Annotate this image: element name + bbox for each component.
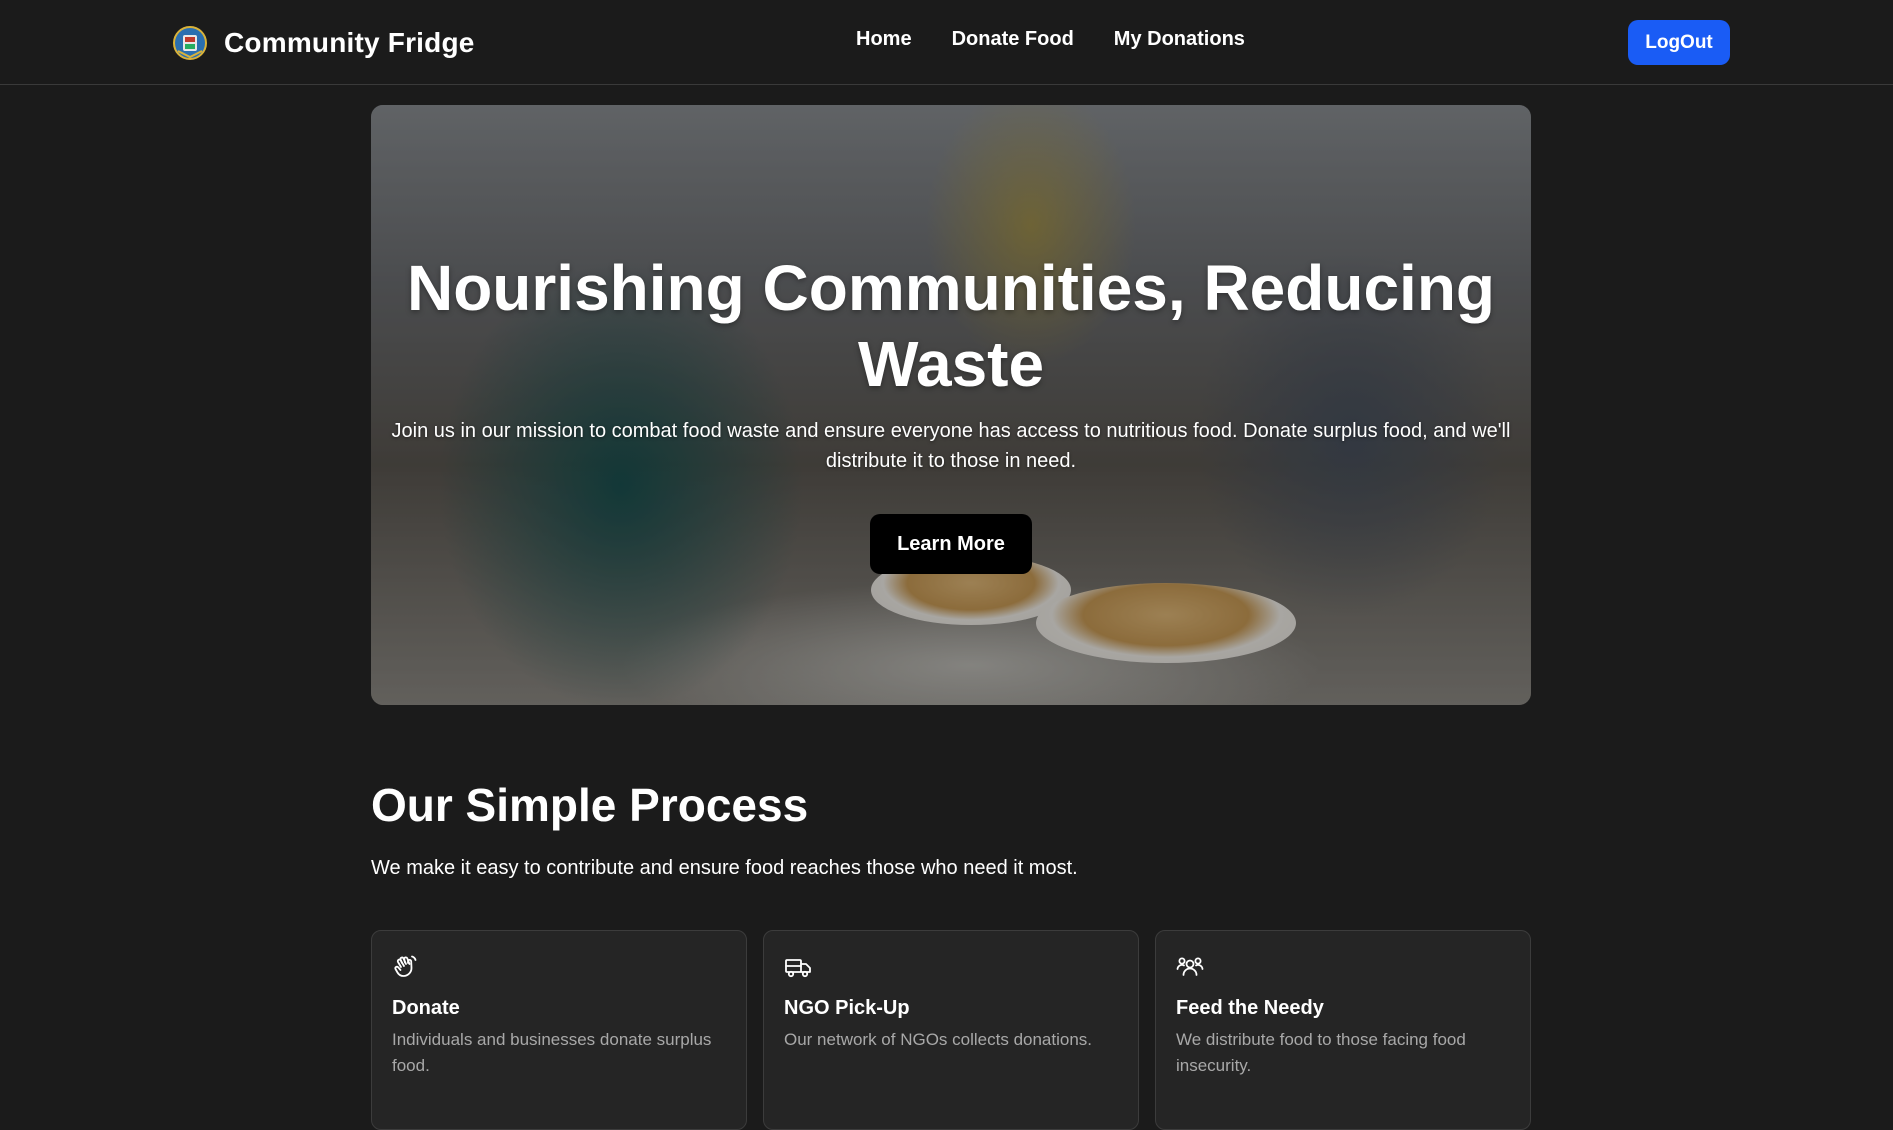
process-card-title: NGO Pick-Up [784,997,910,1019]
nav-my-donations-link[interactable]: My Donations [1114,28,1245,51]
top-navbar: Community Fridge Home Donate Food My Don… [0,0,1893,85]
process-card-title: Feed the Needy [1176,997,1324,1019]
process-cards: Donate Individuals and businesses donate… [371,930,1531,1130]
nav-links: Home Donate Food My Donations [856,28,1245,51]
people-group-icon [1176,957,1204,976]
hero-title: Nourishing Communities, Reducing Waste [406,252,1496,400]
process-card-title: Donate [392,997,460,1019]
nav-donate-food-link[interactable]: Donate Food [952,28,1074,51]
community-emblem-icon [173,26,207,60]
hero-subtitle: Join us in our mission to combat food wa… [391,420,1511,472]
hero-banner: Nourishing Communities, Reducing Waste J… [371,105,1531,705]
learn-more-button[interactable]: Learn More [870,514,1032,574]
hero-content: Nourishing Communities, Reducing Waste J… [371,250,1531,574]
process-card-ngo-pickup: NGO Pick-Up Our network of NGOs collects… [763,930,1139,1130]
brand-name: Community Fridge [224,27,475,58]
process-card-feed-the-needy: Feed the Needy We distribute food to tho… [1155,930,1531,1130]
process-card-description: Our network of NGOs collects donations. [784,1030,1093,1049]
process-section: Our Simple Process We make it easy to co… [371,770,1531,1130]
truck-icon [785,959,811,978]
process-card-donate: Donate Individuals and businesses donate… [371,930,747,1130]
hand-wave-icon [394,955,417,977]
process-card-description: Individuals and businesses donate surplu… [392,1030,712,1075]
process-subtitle: We make it easy to contribute and ensure… [371,857,1078,879]
process-title: Our Simple Process [371,779,809,831]
brand[interactable]: Community Fridge [172,22,475,64]
process-card-description: We distribute food to those facing food … [1176,1030,1466,1075]
nav-home-link[interactable]: Home [856,28,912,51]
logout-button[interactable]: LogOut [1628,20,1730,65]
